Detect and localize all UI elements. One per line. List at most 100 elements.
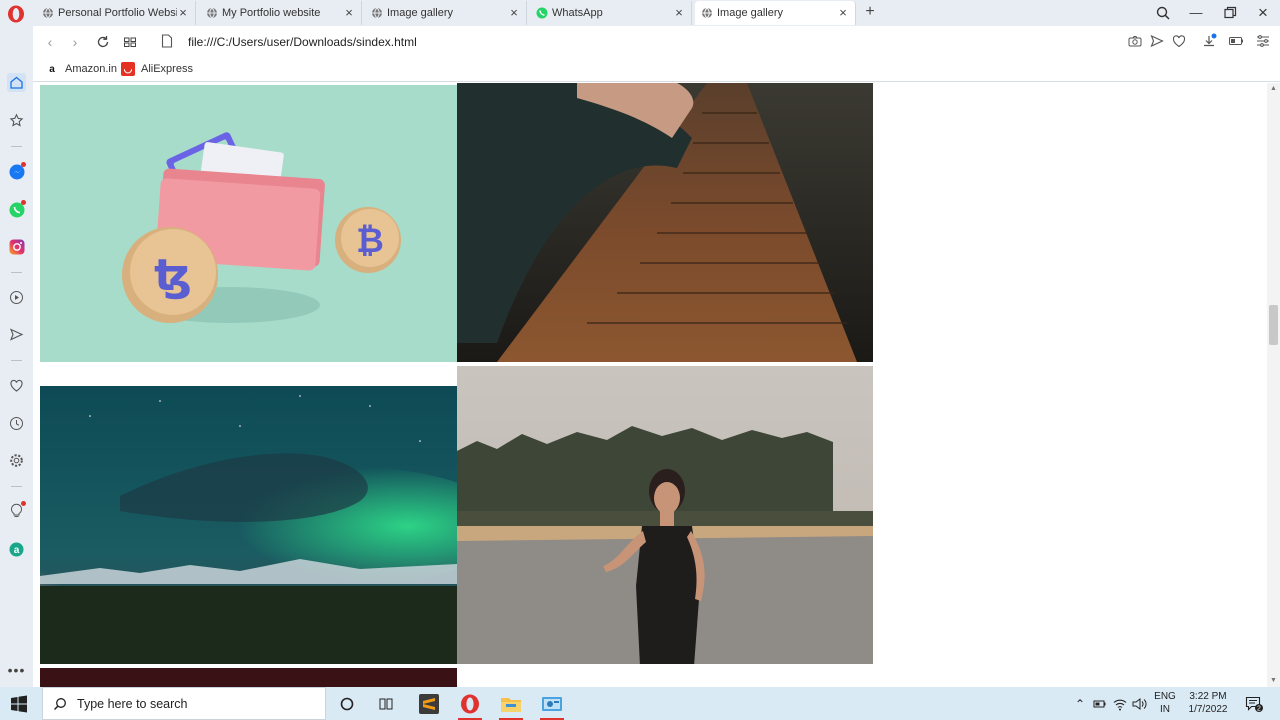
scroll-thumb[interactable] bbox=[1269, 305, 1278, 345]
notification-dot bbox=[21, 200, 26, 205]
forward-button[interactable]: › bbox=[66, 33, 84, 51]
tab-search-icon[interactable] bbox=[1153, 4, 1173, 22]
opera-app-icon[interactable] bbox=[452, 687, 488, 720]
close-icon[interactable]: × bbox=[343, 6, 355, 19]
opera-logo-icon[interactable] bbox=[7, 5, 25, 23]
sidebar-divider bbox=[11, 272, 22, 273]
scroll-up-arrow[interactable]: ▲ bbox=[1267, 83, 1280, 95]
tab-title: Personal Portfolio Website bbox=[58, 7, 177, 19]
send-icon[interactable] bbox=[7, 325, 26, 344]
instagram-icon[interactable] bbox=[7, 237, 26, 256]
battery-icon[interactable] bbox=[1092, 696, 1108, 712]
reload-icon[interactable] bbox=[94, 33, 112, 51]
sublime-text-app-icon[interactable] bbox=[411, 687, 447, 720]
player-icon[interactable] bbox=[7, 288, 26, 307]
system-clock[interactable]: 3:22 PM 1/7/2022 bbox=[1183, 690, 1233, 716]
close-icon[interactable]: × bbox=[508, 6, 520, 19]
boardwalk-image bbox=[457, 83, 873, 362]
whatsapp-icon bbox=[536, 7, 548, 19]
region-code: IN bbox=[1160, 704, 1170, 715]
search-placeholder: Type here to search bbox=[77, 696, 188, 711]
heart-icon[interactable] bbox=[7, 376, 26, 395]
svg-text:a: a bbox=[14, 545, 20, 556]
aliexpress-icon: ◡ bbox=[121, 62, 135, 76]
windows-taskbar: Type here to search ⌃ ENG IN 3:22 PM 1/7… bbox=[0, 687, 1280, 720]
wifi-icon[interactable] bbox=[1112, 696, 1128, 712]
file-explorer-app-icon[interactable] bbox=[493, 687, 529, 720]
minimize-button[interactable]: — bbox=[1186, 4, 1206, 22]
file-icon bbox=[161, 34, 173, 48]
tab-my-portfolio[interactable]: My Portfolio website × bbox=[200, 1, 362, 25]
close-icon[interactable]: × bbox=[177, 6, 189, 19]
easy-setup-icon[interactable] bbox=[1255, 33, 1271, 49]
home-icon[interactable] bbox=[7, 73, 26, 92]
scroll-down-arrow[interactable]: ▼ bbox=[1267, 675, 1280, 687]
send-icon[interactable] bbox=[1149, 33, 1165, 49]
page-scrollbar[interactable]: ▲ ▼ bbox=[1267, 83, 1280, 687]
messenger-icon[interactable] bbox=[7, 162, 26, 181]
aria-icon[interactable]: a bbox=[7, 540, 26, 559]
portrait-image bbox=[457, 366, 873, 664]
amazon-icon: a bbox=[45, 62, 59, 76]
battery-saver-icon[interactable] bbox=[1228, 33, 1244, 49]
bookmark-label: AliExpress bbox=[141, 63, 193, 75]
clock-date: 1/7/2022 bbox=[1188, 704, 1228, 715]
url-field[interactable]: file:///C:/Users/user/Downloads/sindex.h… bbox=[188, 35, 417, 49]
sidebar-divider bbox=[11, 360, 22, 361]
clock-time: 3:22 PM bbox=[1189, 691, 1227, 702]
notification-dot bbox=[21, 162, 26, 167]
globe-icon bbox=[43, 7, 53, 19]
notification-count: 2 bbox=[1257, 706, 1261, 713]
crypto-wallet-image: ꜩ ₿ bbox=[40, 85, 457, 362]
new-tab-button[interactable]: + bbox=[862, 4, 878, 22]
aurora-image bbox=[40, 386, 457, 664]
whatsapp-icon[interactable] bbox=[7, 200, 26, 219]
language-code: ENG bbox=[1154, 691, 1176, 702]
bookmarks-bar: a Amazon.in ◡ AliExpress bbox=[33, 58, 1280, 82]
close-window-button[interactable]: × bbox=[1253, 4, 1273, 22]
camera-icon[interactable] bbox=[1127, 33, 1143, 49]
control-panel-app-icon[interactable] bbox=[534, 687, 570, 720]
volume-icon[interactable] bbox=[1131, 696, 1147, 712]
notification-dot bbox=[21, 501, 26, 506]
search-icon bbox=[53, 697, 66, 710]
notification-center-icon[interactable]: 2 bbox=[1245, 696, 1263, 712]
gallery-image-partial bbox=[40, 668, 457, 687]
bookmark-aliexpress[interactable]: ◡ AliExpress bbox=[121, 62, 193, 76]
tab-whatsapp[interactable]: WhatsApp × bbox=[530, 1, 692, 25]
bookmark-amazon[interactable]: a Amazon.in bbox=[45, 62, 117, 76]
tab-title: WhatsApp bbox=[552, 7, 603, 19]
tab-personal-portfolio[interactable]: Personal Portfolio Website × bbox=[36, 1, 196, 25]
more-icon[interactable]: ••• bbox=[7, 660, 26, 679]
language-indicator[interactable]: ENG IN bbox=[1152, 690, 1178, 716]
history-icon[interactable] bbox=[7, 414, 26, 433]
globe-icon bbox=[207, 7, 217, 19]
globe-icon bbox=[372, 7, 382, 19]
svg-text:₿: ₿ bbox=[356, 221, 384, 261]
page-viewport: ꜩ ₿ bbox=[33, 83, 1267, 687]
windows-start-icon[interactable] bbox=[10, 695, 28, 713]
sidebar: a ••• bbox=[0, 26, 33, 687]
tab-title: My Portfolio website bbox=[222, 7, 321, 19]
tab-grid-icon[interactable] bbox=[121, 33, 139, 51]
settings-icon[interactable] bbox=[7, 451, 26, 470]
back-button[interactable]: ‹ bbox=[41, 33, 59, 51]
bulb-icon[interactable] bbox=[7, 501, 26, 520]
download-icon[interactable] bbox=[1201, 33, 1217, 49]
chevron-up-icon[interactable]: ⌃ bbox=[1072, 696, 1088, 712]
tab-strip: Personal Portfolio Website × My Portfoli… bbox=[0, 0, 1280, 26]
tab-title: Image gallery bbox=[717, 7, 784, 19]
tab-image-gallery-active[interactable]: Image gallery × bbox=[695, 1, 856, 25]
close-icon[interactable]: × bbox=[837, 6, 849, 19]
restore-button[interactable] bbox=[1220, 4, 1240, 22]
taskbar-search-box[interactable]: Type here to search bbox=[42, 687, 326, 720]
close-icon[interactable]: × bbox=[673, 6, 685, 19]
svg-text:ꜩ: ꜩ bbox=[154, 250, 192, 301]
cortana-icon[interactable] bbox=[329, 687, 365, 720]
tab-image-gallery[interactable]: Image gallery × bbox=[365, 1, 527, 25]
sidebar-divider bbox=[11, 486, 22, 487]
address-bar: ‹ › file:///C:/Users/user/Downloads/sind… bbox=[33, 26, 1280, 58]
heart-icon[interactable] bbox=[1171, 33, 1187, 49]
star-icon[interactable] bbox=[7, 111, 26, 130]
task-view-icon[interactable] bbox=[368, 687, 404, 720]
